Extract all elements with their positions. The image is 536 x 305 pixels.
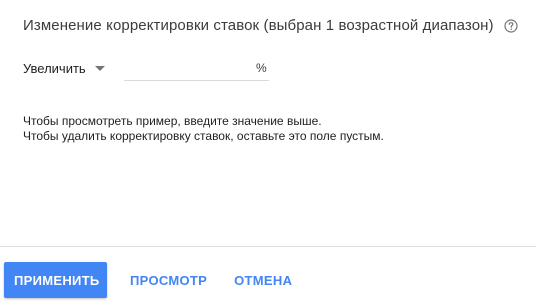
percent-field: % [80,58,269,81]
percent-unit: % [256,61,267,75]
adjustment-controls: Увеличить % [23,58,269,81]
bid-adjustment-dialog: Изменение корректировки ставок (выбран 1… [0,0,536,305]
hint-line-remove: Чтобы удалить корректировку ставок, оста… [23,129,384,143]
dialog-title: Изменение корректировки ставок (выбран 1… [23,17,494,34]
help-circle-icon[interactable] [504,19,518,33]
hint-text: Чтобы просмотреть пример, введите значен… [23,114,384,144]
dialog-actions: ПРИМЕНИТЬ ПРОСМОТР ОТМЕНА [4,262,302,298]
apply-button[interactable]: ПРИМЕНИТЬ [4,262,107,298]
title-row: Изменение корректировки ставок (выбран 1… [23,17,518,34]
cancel-button[interactable]: ОТМЕНА [224,262,302,298]
footer-divider [0,246,536,247]
adjustment-value-input[interactable] [80,59,257,79]
direction-selected-value: Увеличить [23,60,86,76]
preview-button[interactable]: ПРОСМОТР [120,262,217,298]
hint-line-preview: Чтобы просмотреть пример, введите значен… [23,114,322,128]
